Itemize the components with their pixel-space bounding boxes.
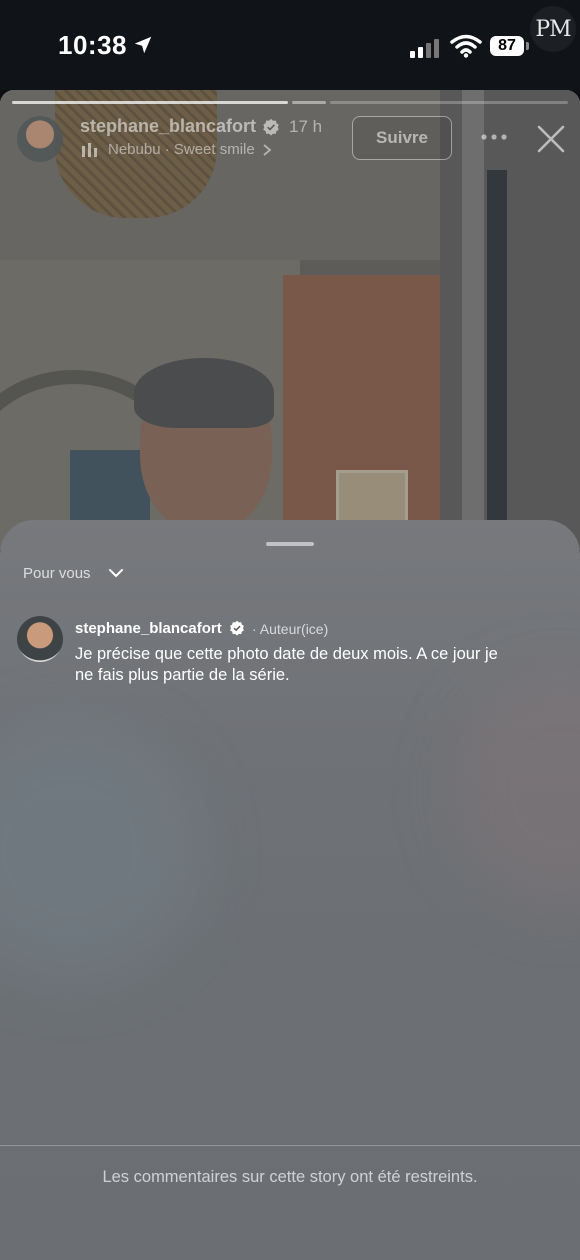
watermark-logo: PM — [530, 6, 576, 52]
battery-tip — [526, 42, 529, 50]
story-timestamp: 17 h — [289, 117, 323, 136]
story-username[interactable]: stephane_blancafort — [80, 116, 256, 137]
battery-level: 87 — [490, 36, 524, 56]
story-music-track[interactable]: Nebubu · Sweet smile — [108, 141, 255, 158]
divider — [0, 1145, 580, 1146]
close-icon[interactable] — [536, 124, 566, 154]
comment-text: Je précise que cette photo date de deux … — [75, 645, 498, 684]
story-dim-overlay — [0, 90, 580, 550]
story-progress-segment — [292, 101, 326, 104]
chevron-right-icon — [263, 144, 272, 156]
cellular-signal-icon — [410, 39, 439, 58]
verified-badge-icon — [263, 118, 279, 136]
comments-restricted-notice: Les commentaires sur cette story ont été… — [102, 1168, 478, 1186]
chevron-down-icon[interactable] — [108, 567, 124, 579]
comment-avatar[interactable] — [17, 616, 63, 662]
sheet-drag-handle[interactable] — [266, 542, 314, 546]
comments-filter-dropdown[interactable]: Pour vous — [23, 565, 91, 582]
more-options-icon[interactable] — [480, 130, 508, 144]
story-progress-segment — [330, 101, 568, 104]
comment-username[interactable]: stephane_blancafort — [75, 620, 222, 637]
sheet-glow — [450, 670, 580, 910]
wifi-icon — [450, 34, 482, 58]
status-time: 10:38 — [58, 30, 127, 60]
comment-author-tag: · Auteur(ice) — [252, 621, 329, 637]
follow-button[interactable]: Suivre — [352, 116, 452, 160]
battery-indicator: 87 — [490, 36, 530, 58]
status-bar: 10:38 87 PM — [0, 0, 580, 90]
music-bars-icon — [82, 143, 97, 157]
story-progress-segment — [12, 101, 288, 104]
story-avatar[interactable] — [17, 116, 63, 162]
sheet-glow — [0, 720, 200, 980]
story-photo[interactable] — [0, 90, 580, 550]
verified-badge-icon — [230, 620, 244, 636]
comments-sheet: Pour vous stephane_blancafort · Auteur(i… — [0, 520, 580, 1260]
location-arrow-icon — [134, 36, 152, 54]
